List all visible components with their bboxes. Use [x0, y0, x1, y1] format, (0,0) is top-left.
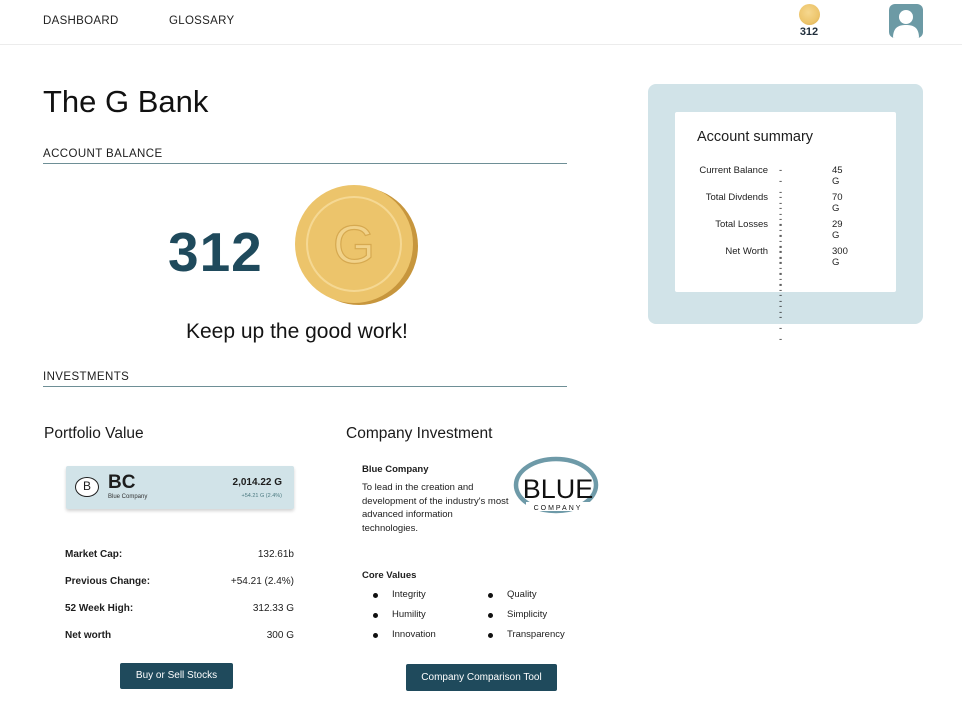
investments-heading: INVESTMENTS [43, 371, 567, 387]
summary-dashes: --------- [779, 246, 783, 345]
core-values-title: Core Values [362, 570, 417, 581]
stat-row-previous-change: Previous Change: +54.21 (2.4%) [65, 576, 294, 587]
company-name: Blue Company [362, 464, 429, 475]
summary-value: 29 G [832, 219, 843, 241]
summary-label: Current Balance [699, 165, 768, 176]
logo-word: BLUE [523, 474, 594, 504]
stock-ticker: BC [108, 472, 136, 493]
portfolio-value-title: Portfolio Value [44, 425, 144, 442]
stock-card[interactable]: B BC Blue Company 2,014.22 G +54.21 G (2… [66, 466, 294, 509]
summary-value: 45 G [832, 165, 843, 187]
encouragement-message: Keep up the good work! [186, 320, 408, 343]
stat-value: +54.21 (2.4%) [230, 576, 294, 587]
company-description: To lead in the creation and development … [362, 482, 509, 534]
page-title: The G Bank [43, 84, 209, 119]
company-investment-title: Company Investment [346, 425, 493, 442]
stock-change: +54.21 G (2.4%) [241, 493, 282, 499]
summary-label: Total Losses [715, 219, 768, 230]
account-summary-title: Account summary [697, 129, 814, 145]
nav-dashboard-link[interactable]: DASHBOARD [43, 15, 119, 27]
stock-badge: B [75, 477, 99, 497]
coin-balance-widget[interactable]: 312 [796, 4, 822, 38]
stat-label: Market Cap: [65, 549, 123, 560]
user-icon [893, 10, 919, 38]
coin-letter: G [333, 215, 375, 275]
account-balance-heading: ACCOUNT BALANCE [43, 148, 567, 164]
core-value-item: Innovation [373, 629, 436, 640]
stat-value: 132.61b [257, 549, 294, 560]
logo-subtext: COMPANY [534, 505, 583, 512]
buy-sell-stocks-button[interactable]: Buy or Sell Stocks [120, 663, 233, 689]
stat-label: 52 Week High: [65, 603, 134, 614]
stat-label: Net worth [65, 630, 112, 641]
stock-value: 2,014.22 G [232, 477, 282, 488]
balance-amount: 312 [168, 221, 263, 283]
nav-glossary-link[interactable]: GLOSSARY [169, 15, 234, 27]
stat-row-market-cap: Market Cap: 132.61b [65, 549, 294, 560]
core-value-item: Integrity [373, 589, 426, 600]
stock-company-name: Blue Company [108, 494, 148, 500]
g-coin-icon: G [295, 185, 418, 305]
summary-value: 70 G [832, 192, 843, 214]
stat-value: 300 G [266, 630, 294, 641]
stat-row-net-worth: Net worth 300 G [65, 630, 294, 641]
user-avatar[interactable] [889, 4, 923, 38]
coin-count: 312 [799, 26, 819, 38]
stat-value: 312.33 G [252, 603, 294, 614]
coin-icon [798, 4, 820, 25]
stat-row-52-week-high: 52 Week High: 312.33 G [65, 603, 294, 614]
company-comparison-tool-button[interactable]: Company Comparison Tool [406, 664, 557, 691]
summary-value: 300 G [832, 246, 848, 268]
core-value-item: Quality [488, 589, 537, 600]
summary-label: Net Worth [725, 246, 768, 257]
core-value-item: Simplicity [488, 609, 547, 620]
top-nav: DASHBOARD GLOSSARY 312 [0, 0, 962, 45]
core-value-item: Humility [373, 609, 426, 620]
summary-label: Total Divdends [705, 192, 768, 203]
blue-company-logo: BLUE COMPANY [513, 456, 599, 514]
stat-label: Previous Change: [65, 576, 151, 587]
core-value-item: Transparency [488, 629, 565, 640]
